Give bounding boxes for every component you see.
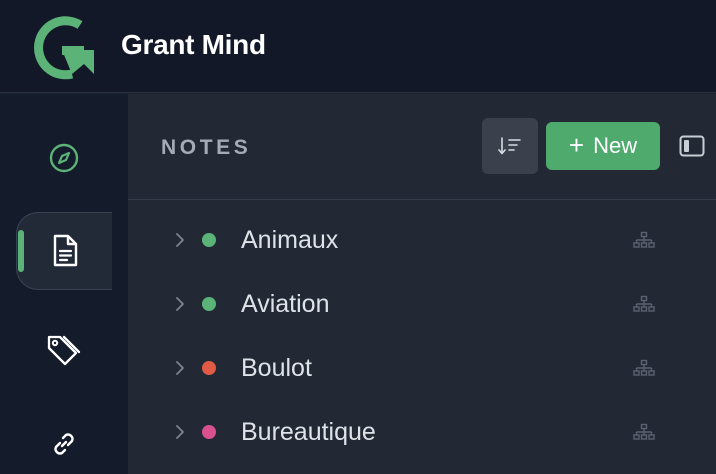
note-row[interactable]: Bureautique xyxy=(128,400,716,464)
notes-panel: NOTES + New Animaux Aviation Boulot Burea xyxy=(128,94,716,474)
chevron-right-icon[interactable] xyxy=(174,231,186,249)
app-title: Grant Mind xyxy=(121,29,266,60)
note-color-dot xyxy=(202,297,216,311)
note-color-dot xyxy=(202,425,216,439)
new-note-button[interactable]: + New xyxy=(546,122,660,170)
rail-item-notes[interactable] xyxy=(16,212,112,290)
hierarchy-icon[interactable] xyxy=(633,359,655,377)
note-color-dot xyxy=(202,233,216,247)
hierarchy-icon[interactable] xyxy=(633,423,655,441)
app-header: Grant Mind xyxy=(0,0,716,93)
rail-item-explore[interactable] xyxy=(24,122,104,194)
note-row[interactable]: Aviation xyxy=(128,272,716,336)
document-icon xyxy=(53,234,77,267)
note-label: Bureautique xyxy=(241,417,376,446)
rail-item-links[interactable] xyxy=(24,408,104,474)
chevron-right-icon[interactable] xyxy=(174,295,186,313)
active-indicator xyxy=(18,230,24,272)
compass-icon xyxy=(49,143,79,173)
logo-icon xyxy=(34,16,94,80)
plus-icon: + xyxy=(568,130,585,160)
note-row[interactable]: Animaux xyxy=(128,208,716,272)
sort-icon xyxy=(498,137,521,155)
note-label: Aviation xyxy=(241,289,330,318)
chevron-right-icon[interactable] xyxy=(174,423,186,441)
section-title: NOTES xyxy=(161,136,252,159)
sidebar-toggle-icon[interactable] xyxy=(679,135,705,157)
chevron-right-icon[interactable] xyxy=(174,359,186,377)
rail-item-tags[interactable] xyxy=(24,314,104,386)
nav-rail xyxy=(0,94,128,474)
new-note-label: New xyxy=(593,133,638,158)
link-icon xyxy=(54,433,74,455)
tags-icon xyxy=(47,335,81,366)
hierarchy-icon[interactable] xyxy=(633,295,655,313)
note-label: Boulot xyxy=(241,353,312,382)
app-window: Grant Mind NOTES + New Animaux Aviation … xyxy=(0,0,716,474)
note-row[interactable]: Boulot xyxy=(128,336,716,400)
notes-toolbar: NOTES + New xyxy=(128,94,716,200)
sort-button[interactable] xyxy=(482,118,538,174)
note-label: Animaux xyxy=(241,225,339,254)
hierarchy-icon[interactable] xyxy=(633,231,655,249)
note-color-dot xyxy=(202,361,216,375)
